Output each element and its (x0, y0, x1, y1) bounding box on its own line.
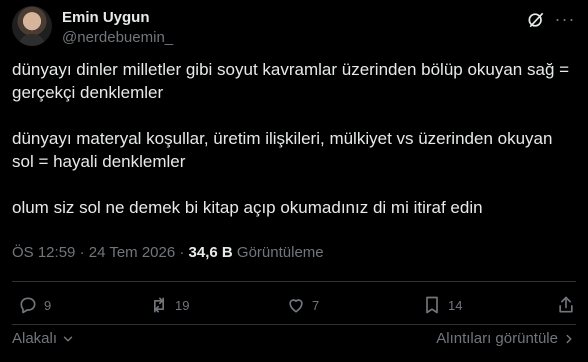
meta-separator: · (179, 244, 185, 261)
tweet-text: dünyayı dinler milletler gibi soyut kavr… (12, 58, 578, 242)
divider (12, 281, 576, 282)
tweet-paragraph: olum siz sol ne demek bi kitap açıp okum… (12, 198, 483, 217)
bookmark-icon (426, 296, 438, 314)
more-icon[interactable]: ··· (554, 8, 576, 30)
views-count: 34,6 B (188, 244, 233, 261)
tweet-date[interactable]: 24 Tem 2026 (89, 244, 175, 261)
grok-icon[interactable] (526, 10, 546, 30)
reply-icon (20, 297, 36, 314)
heart-icon (289, 299, 303, 313)
tweet-time[interactable]: ÖS 12:59 (12, 244, 75, 261)
view-quotes-label: Alıntıları görüntüle (436, 330, 558, 347)
share-icon (559, 296, 573, 313)
like-button[interactable]: 7 (286, 292, 319, 318)
reply-count: 9 (44, 297, 52, 313)
avatar[interactable] (12, 6, 52, 46)
meta-separator: · (79, 244, 85, 261)
sort-label: Alakalı (12, 330, 58, 347)
view-quotes-link[interactable]: Alıntıları görüntüle (436, 330, 576, 347)
tweet-meta: ÖS 12:59 · 24 Tem 2026 · 34,6 B Görüntül… (12, 244, 324, 261)
views-label: Görüntüleme (236, 244, 324, 261)
chevron-down-icon (63, 336, 73, 341)
share-button[interactable] (556, 292, 576, 318)
bookmark-button[interactable]: 14 (422, 292, 462, 318)
like-count: 7 (312, 297, 320, 313)
tweet-header: Emin Uygun @nerdebuemin_ ··· (12, 6, 576, 50)
bookmark-count: 14 (448, 297, 463, 313)
reply-button[interactable]: 9 (18, 292, 51, 318)
chevron-right-icon (566, 334, 572, 343)
tweet-paragraph: dünyayı materyal koşullar, üretim ilişki… (12, 129, 553, 171)
tweet-footer: Alakalı Alıntıları görüntüle (12, 330, 576, 350)
relevant-sort-dropdown[interactable]: Alakalı (12, 330, 75, 347)
repost-button[interactable]: 19 (149, 292, 189, 318)
author-name[interactable]: Emin Uygun (62, 9, 150, 26)
author-handle[interactable]: @nerdebuemin_ (62, 29, 173, 46)
divider (12, 324, 576, 325)
tweet-paragraph: dünyayı dinler milletler gibi soyut kavr… (12, 60, 570, 102)
action-bar: 9 19 7 14 (12, 292, 576, 318)
repost-count: 19 (175, 297, 190, 313)
repost-icon (154, 297, 164, 313)
